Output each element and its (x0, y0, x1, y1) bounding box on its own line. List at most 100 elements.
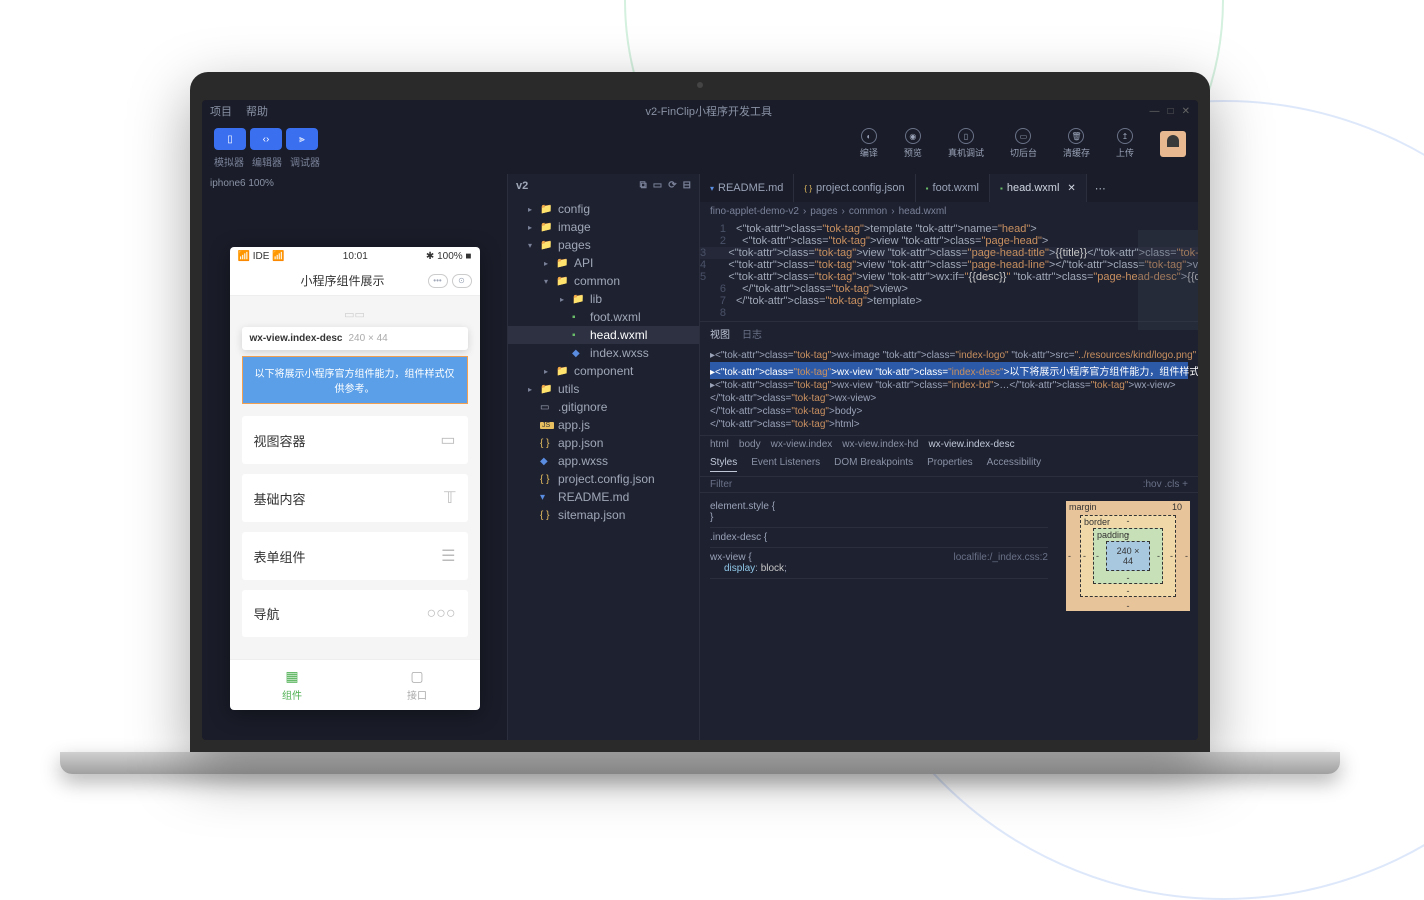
devtools: 视图 日志 ▸<"tok-attr">class="tok-tag">wx-im… (700, 321, 1198, 651)
editor-area: ▾README.md{ }project.config.json▪foot.wx… (700, 174, 1198, 740)
file-tree: ▸📁config▸📁image▾📁pages▸📁API▾📁common▸📁lib… (508, 198, 699, 526)
dom-path-segment[interactable]: wx-view.index-desc (928, 439, 1014, 450)
tree-item-pages[interactable]: ▾📁pages (508, 236, 699, 254)
dom-path-segment[interactable]: wx-view.index (771, 439, 833, 450)
nav-close-button[interactable]: ⊙ (452, 274, 472, 288)
action-remote-debug[interactable]: ▯真机调试 (948, 128, 984, 159)
laptop-camera (697, 82, 703, 88)
window-maximize[interactable]: □ (1168, 106, 1174, 117)
breadcrumb-segment[interactable]: head.wxml (899, 206, 947, 217)
toolbar-simulator-button[interactable]: ▯ (214, 128, 246, 150)
card-view-container[interactable]: 视图容器▭ (242, 416, 468, 464)
tree-item-foot.wxml[interactable]: ▪foot.wxml (508, 308, 699, 326)
tree-item-config[interactable]: ▸📁config (508, 200, 699, 218)
styles-filter-controls[interactable]: :hov .cls + (1143, 479, 1188, 490)
devtools-subtab[interactable]: Event Listeners (751, 457, 820, 472)
tree-item-common[interactable]: ▾📁common (508, 272, 699, 290)
tree-item-index.wxss[interactable]: ◆index.wxss (508, 344, 699, 362)
nav-title: 小程序组件展示 (258, 272, 428, 289)
highlighted-element[interactable]: 以下将展示小程序官方组件能力，组件样式仅供参考。 (242, 356, 468, 404)
simulator-device: 📶 IDE 📶 10:01 ✱ 100% ■ 小程序组件展示 ••• ⊙ (230, 247, 480, 710)
menu-help[interactable]: 帮助 (246, 103, 268, 119)
nav-menu-button[interactable]: ••• (428, 274, 448, 288)
devtools-subtab[interactable]: Properties (927, 457, 973, 472)
dom-tree[interactable]: ▸<"tok-attr">class="tok-tag">wx-image "t… (700, 345, 1198, 435)
styles-panel[interactable]: element.style {}.index-desc {</span></di… (700, 493, 1058, 619)
refresh-icon[interactable]: ⟳ (668, 180, 676, 192)
breadcrumb-segment[interactable]: fino-applet-demo-v2 (710, 206, 799, 217)
toolbar-label: 编辑器 (252, 154, 282, 169)
tab-close-icon[interactable]: ✕ (1067, 183, 1075, 194)
tree-item-head.wxml[interactable]: ▪head.wxml (508, 326, 699, 344)
devtools-subtabs: Styles Event Listeners DOM Breakpoints Prop… (700, 453, 1198, 477)
window-minimize[interactable]: — (1150, 106, 1160, 117)
project-root[interactable]: v2 (516, 180, 528, 192)
dom-breadcrumb[interactable]: html body wx-view.index wx-view.index-hd wx-… (700, 435, 1198, 453)
collapse-icon[interactable]: ⊟ (683, 180, 691, 192)
file-explorer: v2 ⧉ ▭ ⟳ ⊟ ▸📁config▸📁image▾📁pages▸📁API▾📁… (508, 174, 700, 740)
toolbar-label: 调试器 (290, 154, 320, 169)
menu-project[interactable]: 项目 (210, 103, 232, 119)
dom-path-segment[interactable]: html (710, 439, 729, 450)
editor-tab[interactable]: { }project.config.json (794, 174, 915, 202)
new-file-icon[interactable]: ⧉ (640, 180, 647, 192)
breadcrumb-segment[interactable]: common (849, 206, 887, 217)
devtools-subtab[interactable]: DOM Breakpoints (834, 457, 913, 472)
tabs-more-icon[interactable]: ⋯ (1087, 174, 1114, 202)
simulator-device-info[interactable]: iphone6 100% (202, 174, 507, 193)
editor-tab[interactable]: ▪head.wxml✕ (990, 174, 1087, 202)
styles-filter-input[interactable]: Filter (710, 479, 732, 490)
action-clear-cache[interactable]: 🗑清缓存 (1063, 128, 1090, 159)
breadcrumb: fino-applet-demo-v2 › pages › common › h… (700, 202, 1198, 221)
titlebar: 项目 帮助 v2-FinClip小程序开发工具 — □ ✕ (202, 100, 1198, 122)
dom-path-segment[interactable]: wx-view.index-hd (842, 439, 918, 450)
action-preview[interactable]: ◉预览 (904, 128, 922, 159)
tree-item-README.md[interactable]: ▾README.md (508, 488, 699, 506)
toolbar-editor-button[interactable]: ‹› (250, 128, 282, 150)
tree-item-.gitignore[interactable]: ▭.gitignore (508, 398, 699, 416)
tree-item-utils[interactable]: ▸📁utils (508, 380, 699, 398)
devtools-subtab[interactable]: Accessibility (987, 457, 1041, 472)
card-icon: ○○○ (427, 605, 456, 623)
action-compile[interactable]: ◐编译 (860, 128, 878, 159)
editor-tab[interactable]: ▾README.md (700, 174, 794, 202)
toolbar-debugger-button[interactable]: ⫸ (286, 128, 318, 150)
tree-item-sitemap.json[interactable]: { }sitemap.json (508, 506, 699, 524)
tree-item-app.json[interactable]: { }app.json (508, 434, 699, 452)
tabbar-api[interactable]: ▢接口 (355, 660, 480, 710)
device-nav-bar: 小程序组件展示 ••• ⊙ (230, 266, 480, 296)
card-nav[interactable]: 导航○○○ (242, 590, 468, 637)
tabbar-components[interactable]: ▦组件 (230, 660, 355, 710)
devtools-tab-view[interactable]: 视图 (710, 326, 730, 341)
breadcrumb-segment[interactable]: pages (810, 206, 837, 217)
card-icon: 𝕋 (444, 488, 455, 508)
code-editor[interactable]: 1<"tok-attr">class="tok-tag">template "t… (700, 221, 1198, 321)
editor-tabs: ▾README.md{ }project.config.json▪foot.wx… (700, 174, 1198, 202)
editor-tab[interactable]: ▪foot.wxml (916, 174, 990, 202)
logo-placeholder: ▭▭ (242, 308, 468, 321)
tree-item-image[interactable]: ▸📁image (508, 218, 699, 236)
laptop-frame: 项目 帮助 v2-FinClip小程序开发工具 — □ ✕ ▯ ‹› ⫸ (190, 72, 1210, 774)
tree-item-lib[interactable]: ▸📁lib (508, 290, 699, 308)
action-background[interactable]: ▭切后台 (1010, 128, 1037, 159)
user-avatar[interactable] (1160, 131, 1186, 157)
box-model-content: 240 × 44 (1106, 541, 1150, 571)
new-folder-icon[interactable]: ▭ (653, 180, 662, 192)
box-model: margin 10 border ---- padding ---- 2 (1058, 493, 1198, 619)
dom-path-segment[interactable]: body (739, 439, 761, 450)
devtools-subtab[interactable]: Styles (710, 457, 737, 472)
tree-item-component[interactable]: ▸📁component (508, 362, 699, 380)
window-title: v2-FinClip小程序开发工具 (646, 103, 773, 119)
action-upload[interactable]: ↥上传 (1116, 128, 1134, 159)
window-close[interactable]: ✕ (1182, 106, 1190, 117)
device-status-bar: 📶 IDE 📶 10:01 ✱ 100% ■ (230, 247, 480, 266)
tree-item-project.config.json[interactable]: { }project.config.json (508, 470, 699, 488)
toolbar-label: 模拟器 (214, 154, 244, 169)
tree-item-app.js[interactable]: JSapp.js (508, 416, 699, 434)
tree-item-API[interactable]: ▸📁API (508, 254, 699, 272)
devtools-tab-log[interactable]: 日志 (742, 326, 762, 341)
card-basic-content[interactable]: 基础内容𝕋 (242, 474, 468, 522)
card-form[interactable]: 表单组件☰ (242, 532, 468, 580)
minimap[interactable] (1138, 230, 1198, 330)
tree-item-app.wxss[interactable]: ◆app.wxss (508, 452, 699, 470)
